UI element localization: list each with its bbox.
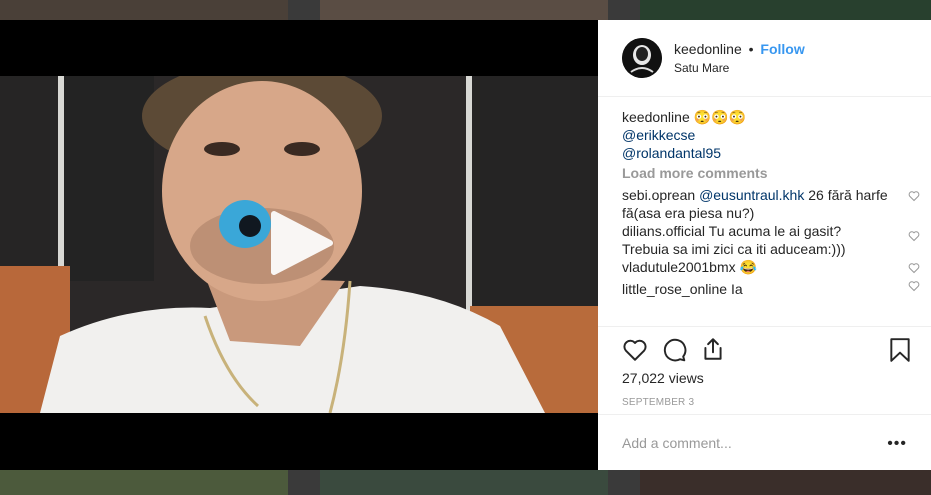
add-comment-bar: Add a comment... ••• <box>598 414 931 470</box>
post-date[interactable]: SEPTEMBER 3 <box>622 397 694 408</box>
comment-item: vladutule2001bmx 😂 <box>622 258 920 276</box>
video-player[interactable] <box>0 20 598 470</box>
thumbnail[interactable] <box>320 0 608 20</box>
thumbnail[interactable] <box>0 0 288 20</box>
thumbnail[interactable] <box>0 470 288 495</box>
heart-icon[interactable] <box>908 190 920 202</box>
play-icon[interactable] <box>268 210 334 276</box>
comments-list: keedonline 😳😳😳 @erikkecse @rolandantal95… <box>622 108 920 298</box>
location-link[interactable]: Satu Mare <box>674 61 729 75</box>
views-count[interactable]: 27,022 views <box>622 370 704 386</box>
comment-item: dilians.official Tu acuma le ai gasit? T… <box>622 222 920 258</box>
post-header: keedonline • Follow Satu Mare <box>598 20 931 97</box>
comment-item: sebi.oprean @eusuntraul.khk 26 fără harf… <box>622 186 920 222</box>
thumbnail[interactable] <box>640 0 931 20</box>
caption-mention[interactable]: @rolandantal95 <box>622 144 912 162</box>
thumbnail[interactable] <box>640 470 931 495</box>
follow-button[interactable]: Follow <box>760 41 804 57</box>
caption-text: 😳😳😳 <box>693 109 746 125</box>
separator-dot: • <box>748 41 754 57</box>
heart-icon[interactable] <box>908 280 920 292</box>
caption-mention[interactable]: @erikkecse <box>622 126 912 144</box>
comment-username[interactable]: dilians.official <box>622 223 705 239</box>
post-modal: keedonline • Follow Satu Mare keedonline… <box>0 20 931 470</box>
avatar[interactable] <box>622 38 662 78</box>
comment-text: 😂 <box>739 259 757 275</box>
thumbnail[interactable] <box>320 470 608 495</box>
load-more-comments-button[interactable]: Load more comments <box>622 164 912 182</box>
comment-icon[interactable] <box>661 337 687 363</box>
comment-item: little_rose_online Ia <box>622 280 920 298</box>
share-icon[interactable] <box>700 336 726 362</box>
heart-icon[interactable] <box>908 230 920 242</box>
heart-icon[interactable] <box>908 262 920 274</box>
username-link[interactable]: keedonline <box>674 41 742 57</box>
caption-username[interactable]: keedonline <box>622 109 690 125</box>
heart-icon[interactable] <box>622 337 648 363</box>
comment-mention[interactable]: @eusuntraul.khk <box>699 187 804 203</box>
post-side-panel: keedonline • Follow Satu Mare keedonline… <box>598 20 931 470</box>
caption: keedonline 😳😳😳 <box>622 108 912 126</box>
comment-username[interactable]: sebi.oprean <box>622 187 695 203</box>
actions-divider <box>598 326 931 328</box>
more-options-button[interactable]: ••• <box>887 435 907 453</box>
bookmark-icon[interactable] <box>887 337 913 363</box>
comment-username[interactable]: vladutule2001bmx <box>622 259 736 275</box>
comment-input[interactable]: Add a comment... <box>622 435 732 451</box>
comment-text: Ia <box>730 281 743 297</box>
comment-username[interactable]: little_rose_online <box>622 281 727 297</box>
